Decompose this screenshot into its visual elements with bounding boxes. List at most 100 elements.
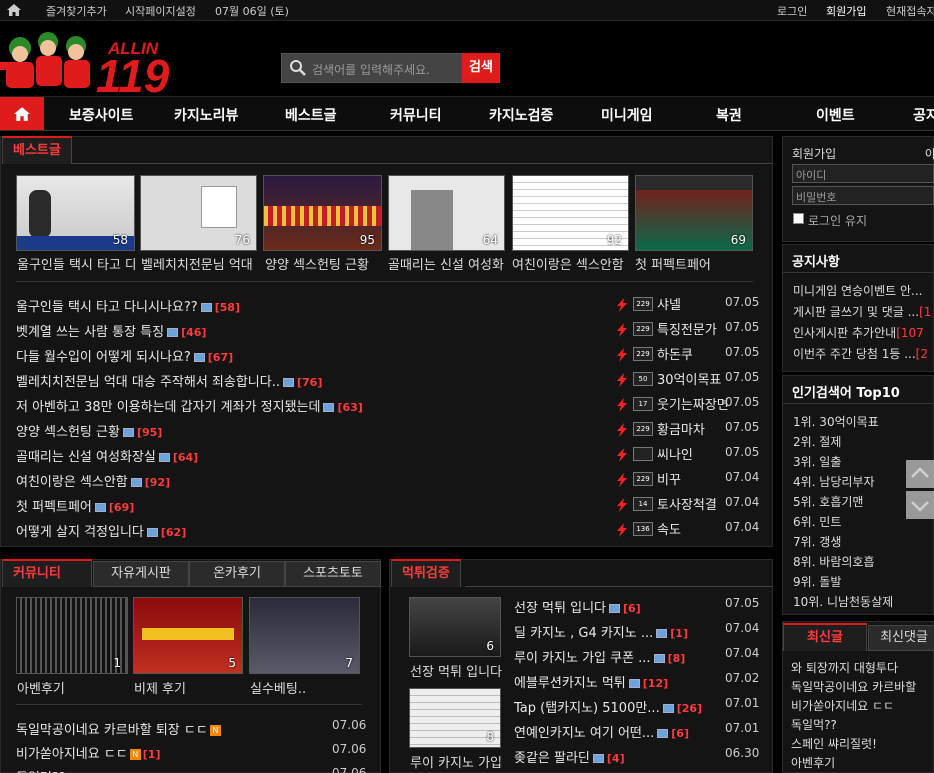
tab-community[interactable]: 커뮤니티: [2, 559, 92, 587]
row-title[interactable]: 양양 섹스헌팅 근황: [16, 425, 120, 440]
best-thumb[interactable]: 92: [512, 175, 629, 251]
popular-keyword[interactable]: 9위. 돌발: [793, 573, 841, 590]
row-title[interactable]: 벳계열 쓰는 사람 통장 특징: [16, 325, 164, 340]
sidebar-find-link[interactable]: 아: [925, 145, 934, 162]
popular-keyword[interactable]: 10위. 니남천동살제: [793, 593, 893, 610]
latest-item[interactable]: 비가쏟아지네요 ㄷㄷ: [791, 697, 894, 714]
row-title[interactable]: 첫 퍼펙트페어: [16, 500, 92, 515]
thumb-caption[interactable]: 울구인들 택시 타고 다: [17, 254, 135, 273]
popular-keyword[interactable]: 6위. 민트: [793, 513, 841, 530]
latest-item[interactable]: 와 퇴장까지 대형투다: [791, 659, 898, 676]
notice-item[interactable]: 이번주 주간 당첨 1등 ...[2: [793, 345, 928, 362]
community-thumb[interactable]: 7: [249, 597, 360, 674]
tab-latest-comments[interactable]: 최신댓글: [868, 625, 934, 651]
thumb-caption[interactable]: 여친이랑은 섹스안함: [512, 254, 629, 273]
verify-row[interactable]: 에블루션카지노 먹튀 [12]: [514, 672, 668, 691]
author-nick[interactable]: 특징전문가: [657, 319, 717, 338]
notice-title-text[interactable]: 미니게임 연승이벤트 안...: [793, 284, 922, 298]
tab-free-board[interactable]: 자유게시판: [93, 561, 189, 587]
author-nick[interactable]: 씨나인: [657, 444, 693, 463]
bookmark-link[interactable]: 즐겨찾기추가: [46, 3, 107, 19]
row-title[interactable]: 루이 카지노 가입 쿠폰 ...: [514, 651, 651, 666]
best-thumb[interactable]: 64: [388, 175, 505, 251]
nav-item[interactable]: 베스트글: [285, 105, 337, 125]
nav-item[interactable]: 카지노리뷰: [174, 105, 238, 125]
nav-home-button[interactable]: [0, 97, 44, 130]
nav-item[interactable]: 복권: [716, 105, 742, 125]
nav-item[interactable]: 보증사이트: [69, 105, 133, 125]
join-link[interactable]: 회원가입: [826, 3, 866, 19]
thumb-caption[interactable]: 비제 후기: [134, 678, 186, 697]
notice-item[interactable]: 미니게임 연승이벤트 안...: [793, 282, 922, 299]
row-title[interactable]: 연예인카지노 여기 어떤...: [514, 726, 654, 741]
best-thumb[interactable]: 58: [16, 175, 135, 251]
thumb-caption[interactable]: 양양 섹스헌팅 근황: [265, 254, 382, 273]
thumb-caption[interactable]: 벨레치치전문님 억대: [141, 254, 257, 273]
latest-item[interactable]: 독일막공이네요 카르바할: [791, 678, 916, 695]
author-nick[interactable]: 30억이목표: [657, 369, 721, 388]
nav-item[interactable]: 카지노검증: [489, 105, 553, 125]
search-box[interactable]: 검색어를 입력해주세요. 검색: [281, 53, 500, 83]
tab-best[interactable]: 베스트글: [2, 136, 72, 164]
verify-row[interactable]: 선장 먹튀 입니다 [6]: [514, 597, 641, 616]
id-input[interactable]: 아이디: [792, 164, 934, 183]
best-row[interactable]: 다들 월수입이 어떻게 되시나요? [67]: [16, 346, 233, 365]
nav-item[interactable]: 공지: [913, 105, 934, 125]
nav-item[interactable]: 이벤트: [816, 105, 855, 125]
popular-keyword[interactable]: 7위. 갱생: [793, 533, 841, 550]
author-nick[interactable]: 비꾸: [657, 469, 681, 488]
thumb-caption[interactable]: 아벤후기: [17, 678, 65, 697]
nav-item[interactable]: 미니게임: [601, 105, 653, 125]
popular-keyword[interactable]: 2위. 절제: [793, 433, 841, 450]
notice-title-text[interactable]: 게시판 글쓰기 및 댓글 ...: [793, 305, 919, 319]
best-row[interactable]: 저 아벤하고 38만 이용하는데 갑자기 계좌가 정지됐는데 [63]: [16, 396, 363, 415]
best-thumb[interactable]: 95: [263, 175, 382, 251]
row-title[interactable]: 독일막공이네요 카르바할 퇴장 ㄷㄷ: [16, 723, 208, 738]
author-nick[interactable]: 속도: [657, 519, 681, 538]
notice-item[interactable]: 인사게시판 추가안내[107: [793, 324, 924, 341]
row-title[interactable]: 선장 먹튀 입니다: [514, 601, 606, 616]
tab-latest[interactable]: 최신글: [783, 623, 867, 651]
best-row[interactable]: 첫 퍼펙트페어 [69]: [16, 496, 134, 515]
search-input[interactable]: 검색어를 입력해주세요.: [312, 61, 430, 78]
best-thumb[interactable]: 76: [140, 175, 257, 251]
verify-row[interactable]: Tap (탭카지노) 5100만... [26]: [514, 697, 702, 716]
verify-thumb[interactable]: 6: [409, 597, 501, 657]
community-thumb[interactable]: 1: [16, 597, 128, 674]
row-title[interactable]: Tap (탭카지노) 5100만...: [514, 701, 660, 716]
row-title[interactable]: 비가쏟아지네요 ㄷㄷ: [16, 747, 128, 762]
best-row[interactable]: 벨레치치전문님 억대 대승 주작해서 죄송합니다.. [76]: [16, 371, 322, 390]
start-page-link[interactable]: 시작페이지설정: [125, 3, 196, 19]
best-row[interactable]: 어떻게 살지 걱정입니다 [62]: [16, 521, 186, 540]
tab-review[interactable]: 온카후기: [189, 561, 285, 587]
tab-verify[interactable]: 먹튀검증: [391, 559, 461, 587]
best-row[interactable]: 울구인들 택시 타고 다니시나요?? [58]: [16, 296, 240, 315]
community-row[interactable]: 비가쏟아지네요 ㄷㄷ N [1]: [16, 743, 161, 762]
best-row[interactable]: 벳계열 쓰는 사람 통장 특징 [46]: [16, 321, 206, 340]
author-nick[interactable]: 토사장척결: [657, 494, 717, 513]
home-icon[interactable]: [7, 4, 21, 16]
row-title[interactable]: 여친이랑은 섹스안함: [16, 475, 128, 490]
verify-row[interactable]: 좆같은 팔라딘 [4]: [514, 747, 625, 766]
nav-item[interactable]: 커뮤니티: [390, 105, 442, 125]
popular-keyword[interactable]: 1위. 30억이목표: [793, 413, 879, 430]
row-title[interactable]: 저 아벤하고 38만 이용하는데 갑자기 계좌가 정지됐는데: [16, 400, 320, 415]
row-title[interactable]: 울구인들 택시 타고 다니시나요??: [16, 300, 198, 315]
thumb-caption[interactable]: 실수베팅..: [250, 678, 306, 697]
community-row[interactable]: 독일막공이네요 카르바할 퇴장 ㄷㄷ N: [16, 719, 223, 738]
scroll-up-button[interactable]: [906, 460, 934, 488]
latest-item[interactable]: 아벤후기: [791, 754, 835, 771]
thumb-caption[interactable]: 루이 카지노 가입: [410, 752, 502, 771]
row-title[interactable]: 골때리는 신설 여성화장실: [16, 450, 156, 465]
author-nick[interactable]: 하돈쿠: [657, 344, 693, 363]
verify-row[interactable]: 딜 카지노 , G4 카지노 ... [1]: [514, 622, 688, 641]
notice-item[interactable]: 게시판 글쓰기 및 댓글 ...[1: [793, 303, 931, 320]
scroll-down-button[interactable]: [906, 491, 934, 519]
sidebar-join-link[interactable]: 회원가입: [792, 145, 836, 162]
thumb-caption[interactable]: 골때리는 신설 여성화: [388, 254, 505, 273]
community-thumb[interactable]: 5: [133, 597, 243, 674]
thumb-caption[interactable]: 선장 먹튀 입니다: [410, 661, 502, 680]
notice-title-text[interactable]: 인사게시판 추가안내: [793, 326, 896, 340]
verify-row[interactable]: 루이 카지노 가입 쿠폰 ... [8]: [514, 647, 685, 666]
keep-login-checkbox[interactable]: [793, 213, 804, 224]
